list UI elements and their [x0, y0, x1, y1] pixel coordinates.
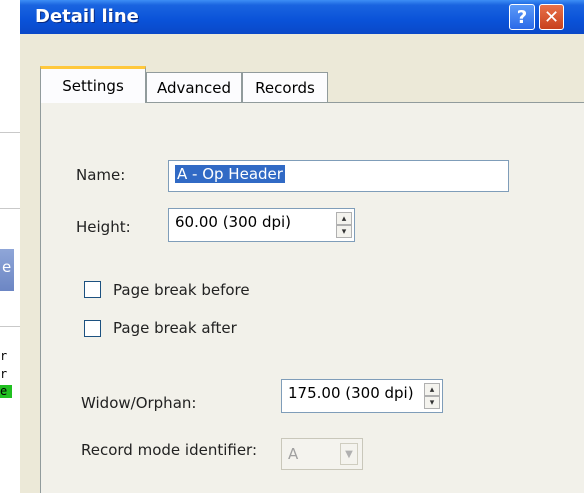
tab-advanced-label: Advanced [156, 78, 232, 97]
name-value: A - Op Header [175, 165, 285, 183]
name-input[interactable]: A - Op Header [168, 160, 509, 192]
detail-line-dialog: Detail line ? ✕ Name: A - Op Header Heig… [20, 0, 584, 493]
tab-records[interactable]: Records [242, 72, 328, 102]
background-divider [0, 208, 20, 209]
page-break-before-label[interactable]: Page break before [113, 281, 250, 299]
help-icon: ? [516, 6, 528, 28]
close-button[interactable]: ✕ [539, 4, 564, 30]
page-break-after-label[interactable]: Page break after [113, 319, 237, 337]
record-mode-combo[interactable]: A ▼ [281, 438, 363, 470]
widow-orphan-label: Widow/Orphan: [81, 394, 197, 412]
height-label: Height: [76, 218, 131, 236]
tab-records-label: Records [255, 78, 315, 97]
background-code-char: e [0, 385, 12, 398]
title-bar[interactable]: Detail line ? ✕ [20, 0, 584, 34]
tab-panel-settings: Name: A - Op Header Height: 60.00 (300 d… [40, 102, 584, 493]
background-divider [0, 326, 20, 327]
tab-settings-label: Settings [62, 77, 124, 95]
widow-orphan-spin-up-button[interactable]: ▴ [424, 383, 440, 396]
background-window [0, 0, 20, 493]
page-break-before-checkbox[interactable] [84, 281, 101, 298]
tab-settings[interactable]: Settings [40, 66, 146, 103]
page-break-after-checkbox[interactable] [84, 320, 101, 337]
background-divider [0, 132, 20, 133]
height-spin-down-button[interactable]: ▾ [336, 225, 352, 238]
widow-orphan-value: 175.00 (300 dpi) [288, 384, 414, 402]
height-spin-up-button[interactable]: ▴ [336, 212, 352, 225]
background-code-char: r [0, 367, 8, 381]
background-text: e [2, 258, 12, 276]
widow-orphan-spinner[interactable]: 175.00 (300 dpi) ▴ ▾ [281, 379, 443, 413]
record-mode-label: Record mode identifier: [81, 441, 258, 459]
background-code-char: r [0, 349, 8, 363]
chevron-down-icon[interactable]: ▼ [340, 443, 358, 465]
record-mode-value: A [288, 445, 299, 463]
tab-advanced[interactable]: Advanced [146, 72, 242, 102]
height-spinner[interactable]: 60.00 (300 dpi) ▴ ▾ [168, 208, 355, 242]
name-label: Name: [76, 166, 126, 184]
widow-orphan-spin-down-button[interactable]: ▾ [424, 396, 440, 409]
dialog-title: Detail line [35, 6, 139, 27]
height-value: 60.00 (300 dpi) [175, 213, 292, 231]
help-button[interactable]: ? [509, 4, 535, 30]
close-icon: ✕ [543, 6, 560, 28]
